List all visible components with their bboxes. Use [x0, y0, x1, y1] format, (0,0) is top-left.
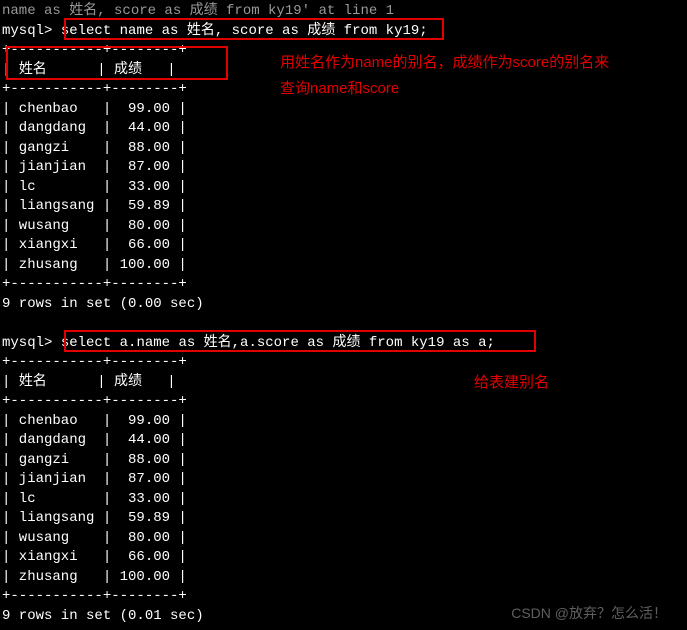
result-line-1: 9 rows in set (0.00 sec)	[2, 295, 685, 315]
table-row: | zhusang | 100.00 |	[2, 568, 685, 588]
watermark: CSDN @放弃？怎么活！	[511, 604, 667, 624]
table-border: +-----------+--------+	[2, 392, 685, 412]
table-row: | jianjian | 87.00 |	[2, 158, 685, 178]
error-line: name as 姓名, score as 成绩 from ky19' at li…	[2, 2, 685, 22]
table-row: | dangdang | 44.00 |	[2, 119, 685, 139]
table-row: | jianjian | 87.00 |	[2, 470, 685, 490]
table-row: | chenbao | 99.00 |	[2, 412, 685, 432]
table-row: | lc | 33.00 |	[2, 178, 685, 198]
table-row: | wusang | 80.00 |	[2, 529, 685, 549]
table-row: | liangsang | 59.89 |	[2, 197, 685, 217]
table-border: +-----------+--------+	[2, 275, 685, 295]
blank-line	[2, 314, 685, 334]
table-row: | dangdang | 44.00 |	[2, 431, 685, 451]
table-row: | xiangxi | 66.00 |	[2, 236, 685, 256]
table-row: | wusang | 80.00 |	[2, 217, 685, 237]
table-row: | xiangxi | 66.00 |	[2, 548, 685, 568]
table-row: | gangzi | 88.00 |	[2, 451, 685, 471]
table-row: | liangsang | 59.89 |	[2, 509, 685, 529]
query-text-1: select name as 姓名, score as 成绩 from ky19…	[61, 23, 428, 39]
table-header: | 姓名 | 成绩 |	[2, 373, 685, 393]
prompt-line-2[interactable]: mysql> select a.name as 姓名,a.score as 成绩…	[2, 334, 685, 354]
prompt-line-1[interactable]: mysql> select name as 姓名, score as 成绩 fr…	[2, 22, 685, 42]
annotation-2: 给表建别名	[474, 370, 549, 396]
table-row: | gangzi | 88.00 |	[2, 139, 685, 159]
query-text-2: select a.name as 姓名,a.score as 成绩 from k…	[61, 335, 495, 351]
table-row: | zhusang | 100.00 |	[2, 256, 685, 276]
table-border: +-----------+--------+	[2, 353, 685, 373]
table-row: | lc | 33.00 |	[2, 490, 685, 510]
table-row: | chenbao | 99.00 |	[2, 100, 685, 120]
annotation-1: 用姓名作为name的别名，成绩作为score的别名来查询name和score	[280, 50, 620, 101]
